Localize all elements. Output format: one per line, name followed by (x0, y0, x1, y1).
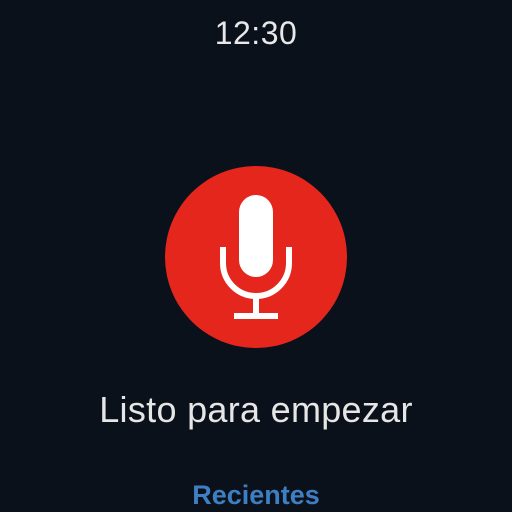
voice-search-screen: 12:30 Listo para empezar Recientes (0, 0, 512, 512)
recent-link[interactable]: Recientes (0, 478, 512, 512)
clock: 12:30 (214, 15, 298, 51)
microphone-button[interactable] (165, 166, 347, 348)
status-prompt: Listo para empezar (99, 389, 413, 430)
microphone-icon (220, 195, 292, 319)
